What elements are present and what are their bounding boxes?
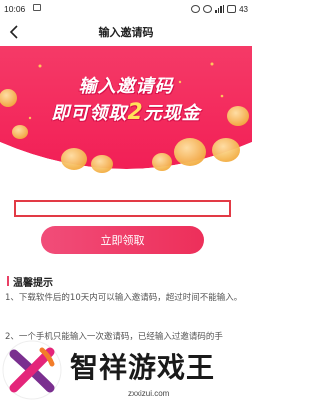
logo-x-icon [2,340,62,400]
status-time: 10:06 [4,4,26,14]
signal-icon [215,5,225,13]
banner-amount: 2 [127,100,144,125]
banner-subheadline: 即可领取2元现金 [0,99,252,125]
site-watermark: 智祥游戏王 zxxizui.com [0,338,252,407]
image-notification-icon [33,4,41,11]
page-title: 输入邀请码 [98,26,154,39]
tip-item-1: 1、下载软件后的10天内可以输入邀请码，超过时间不能输入。 [5,293,243,303]
claim-button[interactable]: 立即领取 [41,226,204,254]
invite-banner: 输入邀请码 即可领取2元现金 [0,46,252,174]
invite-code-input[interactable] [14,200,231,217]
watermark-logo [2,340,62,400]
alarm-icon [191,5,201,13]
battery-icon [227,5,237,13]
watermark-url: zxxizui.com [128,389,170,398]
banner-prefix: 即可领取 [51,103,128,124]
banner-headline: 输入邀请码 [78,76,174,97]
banner-suffix: 元现金 [143,103,201,124]
status-icons: 43 [191,3,248,15]
nav-bar: 输入邀请码 [0,18,252,46]
wifi-icon [203,5,213,13]
watermark-name: 智祥游戏王 [70,351,216,384]
battery-level: 43 [239,4,248,14]
tips-title: 温馨提示 [7,274,53,289]
status-bar: 10:06 43 [0,0,252,18]
